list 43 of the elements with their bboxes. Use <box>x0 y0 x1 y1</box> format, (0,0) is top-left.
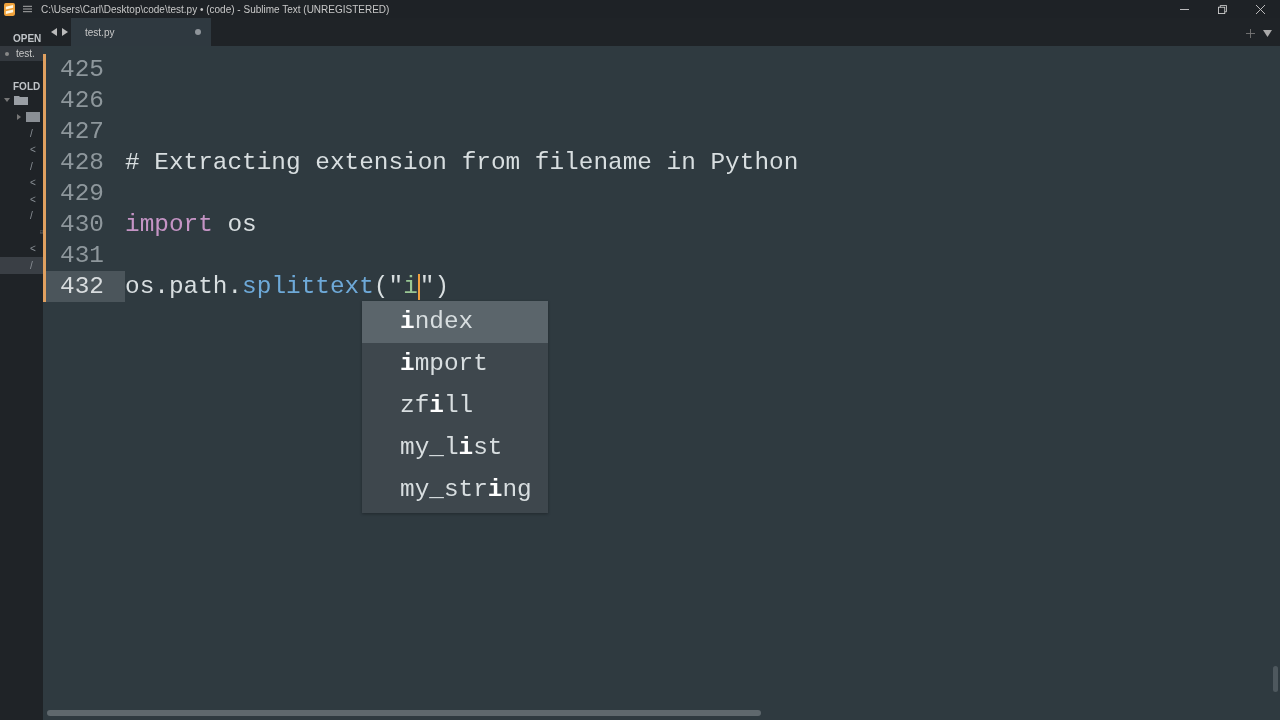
code-editor[interactable]: 425 426 427 428 # Extracting extension from filename in Python 429 430 import os 431 432 os.path.splittext("i") index import zfill my_list my_string <box>43 46 1280 720</box>
vertical-scrollbar[interactable] <box>1273 666 1278 692</box>
code-line: os.path.splittext("i") <box>125 273 450 300</box>
folder-icon <box>14 95 28 106</box>
completion-item[interactable]: zfill <box>362 385 548 427</box>
plus-icon[interactable] <box>1246 29 1255 38</box>
horizontal-scrollbar[interactable] <box>47 710 761 716</box>
folder-icon <box>26 111 40 122</box>
next-arrow-icon[interactable] <box>62 28 68 36</box>
completion-item[interactable]: my_list <box>362 427 548 469</box>
tree-item[interactable]: / <box>0 257 43 274</box>
tree-item[interactable]: < <box>0 240 43 257</box>
file-tab[interactable]: test.py <box>71 18 211 46</box>
tree-item[interactable]: / <box>0 207 43 224</box>
completion-item[interactable]: index <box>362 301 548 343</box>
dropdown-icon[interactable] <box>1263 29 1272 38</box>
app-logo-icon <box>4 2 15 16</box>
tree-item[interactable]: / <box>0 125 43 142</box>
line-number: 426 <box>43 85 125 116</box>
window-title: C:\Users\Carl\Desktop\code\test.py • (code) - Sublime Text (UNREGISTERED) <box>41 3 390 15</box>
tree-item[interactable]: < <box>0 191 43 208</box>
tree-item[interactable]: < <box>0 141 43 158</box>
restore-icon[interactable] <box>1218 4 1227 14</box>
menu-icon[interactable] <box>23 5 32 13</box>
line-number: 430 <box>43 209 125 240</box>
code-line: # Extracting extension from filename in Python <box>125 149 799 176</box>
completion-item[interactable]: my_string <box>362 469 548 511</box>
line-number: 432 <box>43 271 125 302</box>
tree-item[interactable]: / <box>0 158 43 175</box>
line-number: 427 <box>43 116 125 147</box>
previous-arrow-icon[interactable] <box>51 28 57 36</box>
open-file-item[interactable]: test. <box>0 46 43 61</box>
tree-item[interactable]: < <box>0 174 43 191</box>
collapsed-arrow-icon[interactable] <box>16 113 22 120</box>
sidebar-heading: OPEN <box>12 33 42 46</box>
line-number: 425 <box>43 54 125 85</box>
sidebar-heading: FOLD <box>12 81 42 92</box>
expanded-arrow-icon[interactable] <box>4 97 10 104</box>
close-icon[interactable] <box>1256 4 1265 14</box>
code-line: import os <box>125 211 257 238</box>
completion-item[interactable]: import <box>362 343 548 385</box>
line-number: 428 <box>43 147 125 178</box>
line-number: 429 <box>43 178 125 209</box>
